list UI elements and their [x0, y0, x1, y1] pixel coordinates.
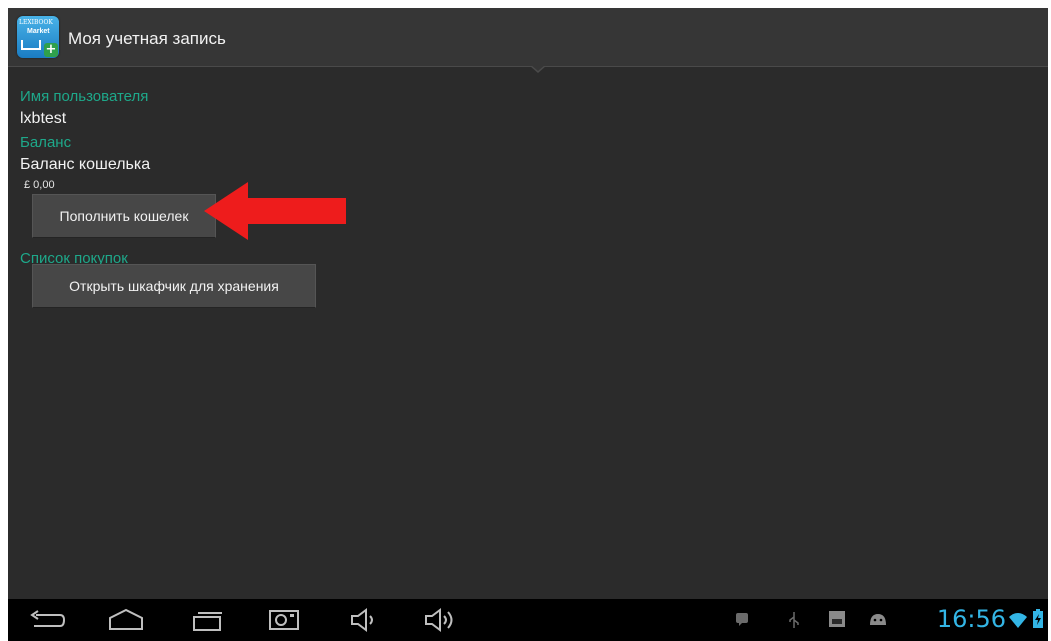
- battery-icon: [1033, 609, 1043, 628]
- volume-down-icon[interactable]: [348, 607, 384, 633]
- notification-icon[interactable]: [734, 611, 750, 627]
- app-logo-brand: LEXIBOOK: [19, 19, 53, 26]
- volume-up-icon[interactable]: [422, 607, 462, 633]
- android-debug-icon: [870, 614, 886, 625]
- account-content: Имя пользователя lxbtest Баланс Баланс к…: [8, 66, 1048, 601]
- home-icon[interactable]: [106, 607, 146, 633]
- device-screen: LEXIBOOK Market + Моя учетная запись Имя…: [8, 8, 1048, 641]
- topup-wallet-button[interactable]: Пополнить кошелек: [32, 194, 216, 238]
- system-bar: 16:56: [8, 599, 1048, 641]
- app-logo-name: Market: [27, 28, 50, 35]
- usb-icon: [789, 612, 799, 628]
- screenshot-icon[interactable]: [266, 607, 302, 633]
- cart-icon: [21, 40, 41, 50]
- action-bar: LEXIBOOK Market + Моя учетная запись: [8, 8, 1048, 67]
- username-section-header: Имя пользователя: [20, 88, 149, 105]
- page-title: Моя учетная запись: [68, 29, 226, 48]
- back-icon[interactable]: [26, 607, 66, 633]
- wallet-balance-value: £ 0,00: [24, 179, 55, 191]
- app-logo-icon[interactable]: LEXIBOOK Market +: [17, 16, 59, 58]
- open-locker-button[interactable]: Открыть шкафчик для хранения: [32, 264, 316, 308]
- recent-apps-icon[interactable]: [188, 607, 228, 633]
- status-clock[interactable]: 16:56: [937, 605, 1006, 633]
- plus-icon: +: [44, 42, 58, 57]
- wallet-balance-label: Баланс кошелька: [20, 156, 151, 173]
- balance-section-header: Баланс: [20, 134, 72, 151]
- wifi-icon: [1009, 613, 1027, 628]
- sd-card-icon: [829, 611, 845, 627]
- username-value: lxbtest: [20, 110, 67, 127]
- red-arrow-annotation: [204, 182, 346, 240]
